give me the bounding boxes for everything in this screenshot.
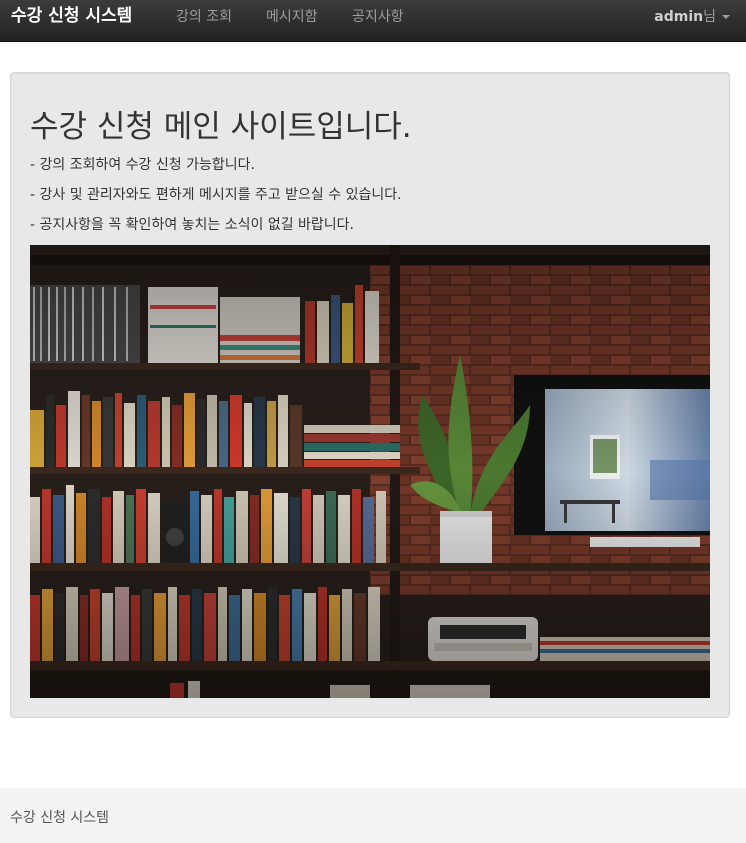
page-footer: 수강 신청 시스템 — [0, 788, 746, 843]
brand-link[interactable]: 수강 신청 시스템 — [11, 6, 132, 26]
user-name: admin — [654, 9, 704, 25]
main-jumbotron: 수강 신청 메인 사이트입니다. - 강의 조회하여 수강 신청 가능합니다. … — [10, 72, 730, 718]
footer-text: 수강 신청 시스템 — [10, 810, 110, 826]
page-title: 수강 신청 메인 사이트입니다. — [30, 109, 412, 145]
user-dropdown[interactable]: admin 님 — [654, 8, 730, 26]
user-suffix: 님 — [703, 9, 716, 25]
caret-down-icon — [722, 15, 730, 19]
bookshelf-photo — [30, 245, 710, 698]
description-line: - 강사 및 관리자와도 편하게 메시지를 주고 받으실 수 있습니다. — [30, 187, 402, 203]
top-navbar: 수강 신청 시스템 강의 조회 메시지함 공지사항 admin 님 — [0, 0, 746, 42]
description-line: - 공지사항을 꼭 확인하여 놓치는 소식이 없길 바랍니다. — [30, 217, 355, 233]
description-line: - 강의 조회하여 수강 신청 가능합니다. — [30, 157, 255, 173]
nav-messages[interactable]: 메시지함 — [266, 8, 318, 26]
nav-notices[interactable]: 공지사항 — [352, 8, 404, 26]
nav-course-search[interactable]: 강의 조회 — [176, 8, 232, 26]
